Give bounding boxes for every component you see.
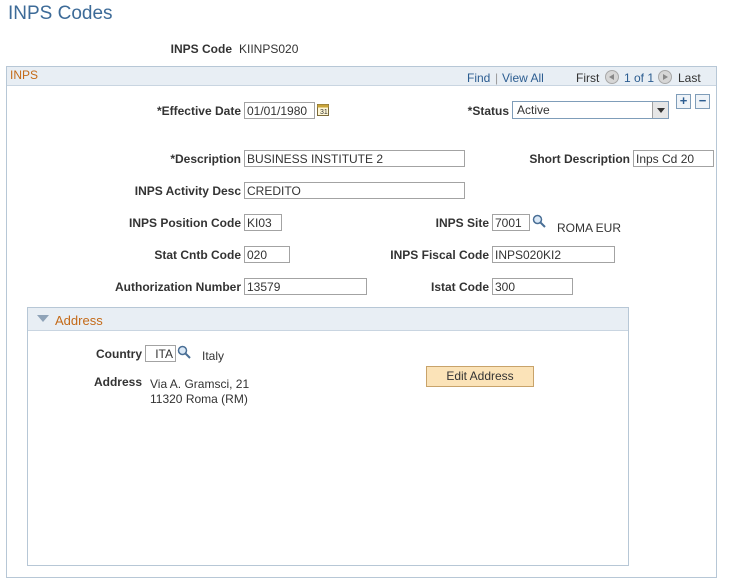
fiscal-code-field[interactable]: INPS020KI2 [492, 246, 615, 263]
fiscal-code-label: INPS Fiscal Code [390, 248, 489, 262]
activity-desc-label: INPS Activity Desc [134, 184, 241, 198]
first-label: First [576, 71, 600, 85]
chevron-down-icon [652, 102, 668, 118]
address-section [27, 307, 629, 566]
inps-site-label: INPS Site [435, 216, 489, 230]
status-label: *Status [467, 104, 509, 118]
inps-code-value: KIINPS020 [239, 42, 299, 56]
authorization-number-label: Authorization Number [115, 280, 241, 294]
page-title: INPS Codes [8, 3, 113, 24]
edit-address-button[interactable]: Edit Address [426, 366, 534, 387]
short-description-label: Short Description [529, 152, 630, 166]
svg-text:31: 31 [320, 109, 328, 116]
country-lookup-icon[interactable] [177, 345, 191, 359]
effective-date-label: *Effective Date [156, 104, 241, 118]
row-pager: 1 of 1 [624, 71, 655, 85]
position-code-label: INPS Position Code [128, 216, 241, 230]
arrow-right-icon [663, 74, 668, 80]
country-name: Italy [202, 349, 225, 363]
address-section-title[interactable]: Address [55, 313, 103, 328]
arrow-left-icon [609, 74, 614, 80]
address-line-1: Via A. Gramsci, 21 [150, 377, 250, 391]
delete-row-button[interactable]: − [695, 94, 710, 109]
inps-code-label: INPS Code [170, 42, 232, 56]
country-field[interactable]: ITA [145, 345, 176, 362]
calendar-icon[interactable]: 31 [317, 103, 329, 116]
last-label: Last [678, 71, 701, 85]
status-value: Active [517, 103, 550, 117]
inps-site-description: ROMA EUR [557, 221, 622, 235]
position-code-field[interactable]: KI03 [244, 214, 282, 231]
stat-cntb-code-label: Stat Cntb Code [154, 248, 241, 262]
view-all-link[interactable]: View All [502, 71, 544, 85]
istat-code-label: Istat Code [430, 280, 489, 294]
find-link[interactable]: Find [467, 71, 490, 85]
short-description-field[interactable]: Inps Cd 20 [633, 150, 714, 167]
address-label: Address [93, 375, 142, 389]
authorization-number-field[interactable]: 13579 [244, 278, 367, 295]
next-row-button[interactable] [658, 70, 672, 84]
istat-code-field[interactable]: 300 [492, 278, 573, 295]
inps-site-field[interactable]: 7001 [492, 214, 530, 231]
add-row-button[interactable]: + [676, 94, 691, 109]
activity-desc-field[interactable]: CREDITO [244, 182, 465, 199]
inps-section-title: INPS [10, 68, 39, 82]
stat-cntb-code-field[interactable]: 020 [244, 246, 290, 263]
description-field[interactable]: BUSINESS INSTITUTE 2 [244, 150, 465, 167]
country-label: Country [96, 347, 142, 361]
effective-date-field[interactable]: 01/01/1980 [244, 102, 315, 119]
magnifier-icon[interactable] [532, 214, 546, 228]
address-section-header[interactable] [28, 308, 628, 331]
triangle-down-icon[interactable] [37, 315, 49, 322]
address-line-2: 11320 Roma (RM) [150, 392, 248, 406]
description-label: *Description [170, 152, 241, 166]
status-select[interactable]: Active [512, 101, 669, 119]
nav-separator: | [495, 71, 499, 85]
previous-row-button[interactable] [605, 70, 619, 84]
